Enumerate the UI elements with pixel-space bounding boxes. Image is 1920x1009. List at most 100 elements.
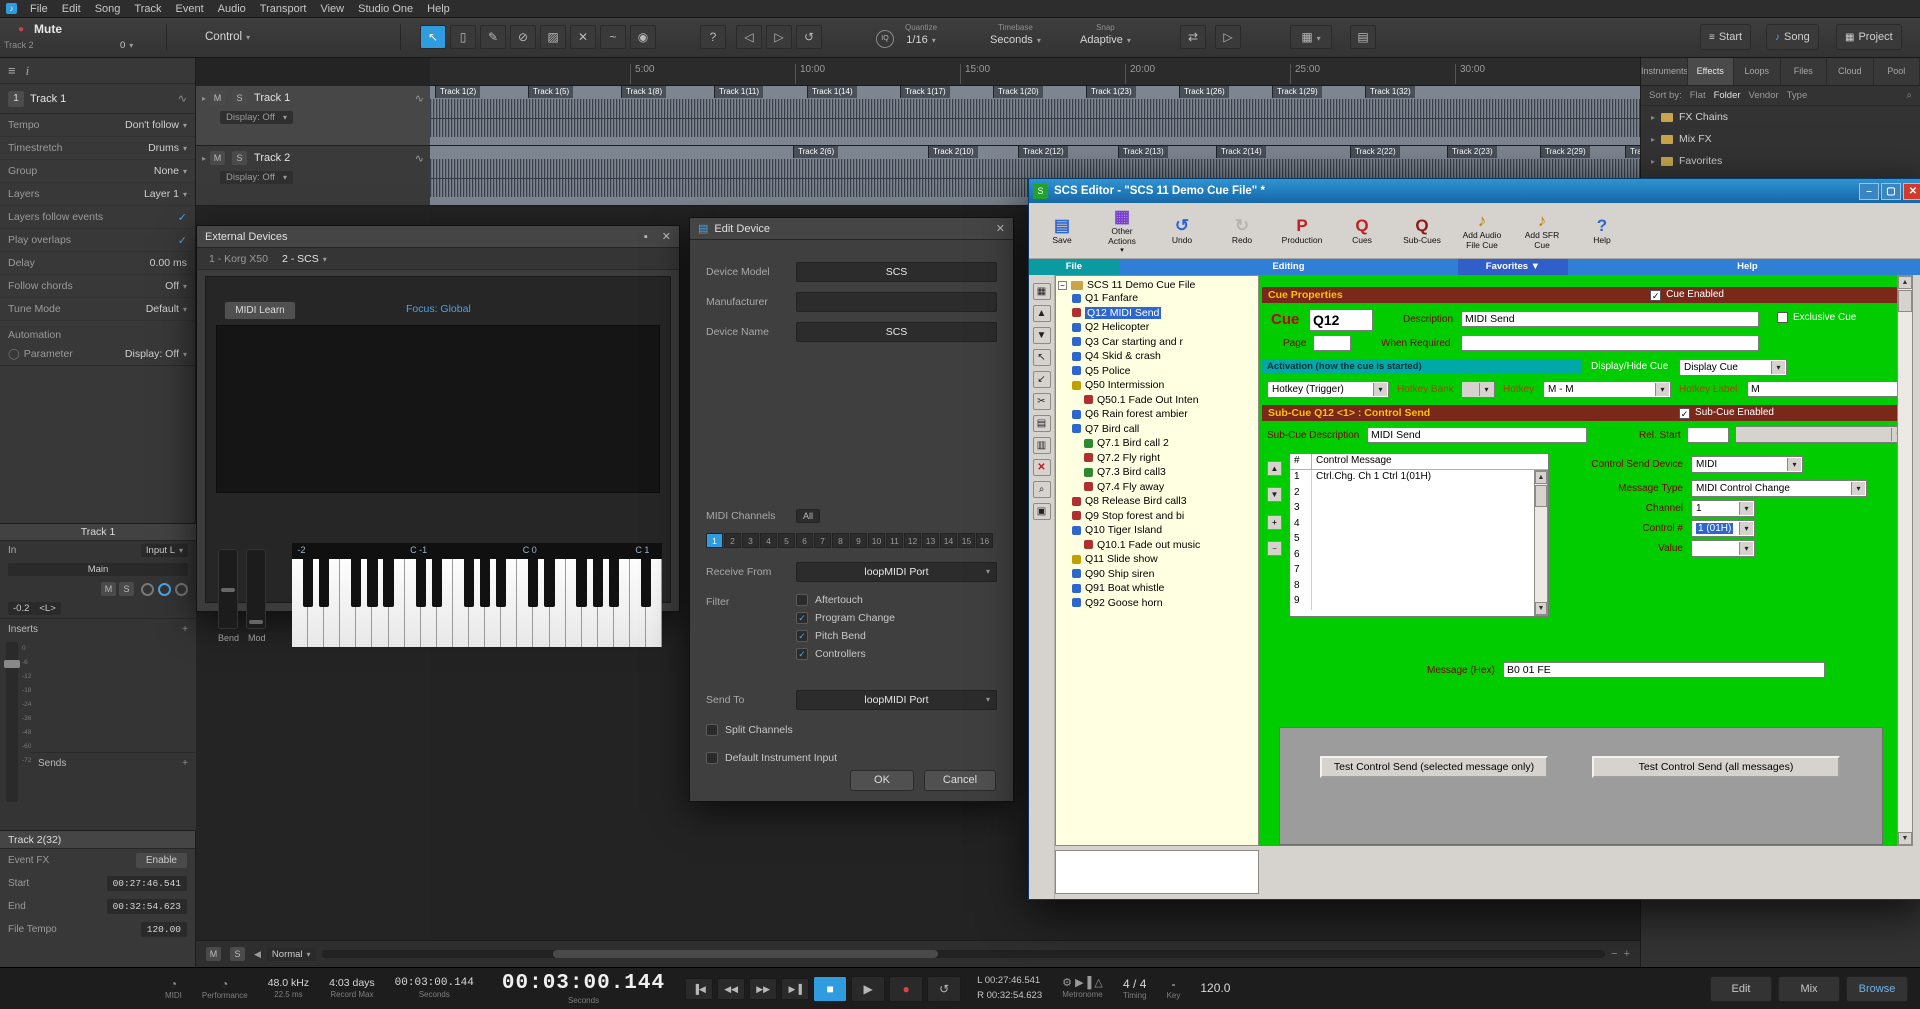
browser-tab-cloud[interactable]: Cloud: [1827, 58, 1874, 85]
close-icon[interactable]: ✕: [996, 222, 1005, 235]
menu-audio[interactable]: Audio: [211, 1, 253, 17]
tree-item[interactable]: Q9 Stop forest and bi: [1058, 509, 1256, 524]
precount-icon[interactable]: ▶▐: [1075, 977, 1091, 989]
record-button[interactable]: ●: [889, 976, 923, 1002]
play-from-button[interactable]: ◁: [736, 25, 762, 49]
bend-tool-button[interactable]: ~: [600, 25, 626, 49]
default-instrument-option[interactable]: Default Instrument Input: [706, 752, 837, 764]
browser-tab-instruments[interactable]: Instruments: [1641, 58, 1688, 85]
piano-black-key[interactable]: [480, 559, 490, 607]
quantize-dropdown[interactable]: Quantize 1/16: [905, 23, 937, 46]
manufacturer-field[interactable]: [796, 292, 997, 312]
scs-menu-file[interactable]: File: [1029, 259, 1119, 275]
listen-tool-button[interactable]: ◉: [630, 25, 656, 49]
hotkey-bank-dropdown[interactable]: [1461, 381, 1495, 398]
midi-channel-13[interactable]: 13: [922, 533, 939, 548]
midi-channel-12[interactable]: 12: [904, 533, 921, 548]
timeline-ruler[interactable]: 5:0010:0015:0020:0025:0030:00: [430, 58, 1640, 86]
event-start-value[interactable]: 00:27:46.541: [107, 876, 187, 891]
collapse-icon[interactable]: −: [1058, 281, 1067, 290]
zoom-in-icon[interactable]: +: [1624, 948, 1630, 960]
midi-channel-1[interactable]: 1: [706, 533, 723, 548]
tree-item[interactable]: Q8 Release Bird call3: [1058, 494, 1256, 509]
rel-start-input[interactable]: [1687, 427, 1729, 443]
browser-item-fx-chains[interactable]: ▸FX Chains: [1641, 106, 1920, 128]
checkbox[interactable]: ✓: [796, 612, 808, 624]
footer-solo-button[interactable]: S: [230, 947, 245, 961]
menu-help[interactable]: Help: [420, 1, 457, 17]
sort-option-type[interactable]: Type: [1787, 90, 1808, 101]
rel-start-dropdown[interactable]: [1735, 426, 1907, 443]
track2-solo-button[interactable]: S: [232, 151, 247, 165]
tree-item[interactable]: Q10 Tiger Island: [1058, 523, 1256, 538]
tree-item[interactable]: Q10.1 Fade out music: [1058, 538, 1256, 553]
scs-toolbar-cues[interactable]: QCues: [1333, 205, 1391, 256]
piano-black-key[interactable]: [303, 559, 313, 607]
clip-label[interactable]: Track 1(17): [900, 86, 950, 98]
arrow-tool-button[interactable]: ↖: [420, 25, 446, 49]
eraser-tool-button[interactable]: ⊘: [510, 25, 536, 49]
filter-option-pitch-bend[interactable]: ✓Pitch Bend: [796, 630, 895, 642]
secondary-time-display[interactable]: 00:03:00.144 Seconds: [395, 977, 474, 1000]
minimize-icon[interactable]: –: [1859, 183, 1879, 200]
metronome-controls[interactable]: ⚙ ▶▐ △ Metronome: [1062, 977, 1103, 1000]
midi-monitor[interactable]: ◔ MIDI: [165, 977, 182, 1001]
param-value[interactable]: 0: [120, 40, 133, 51]
info-icon[interactable]: i: [26, 63, 30, 79]
close-icon[interactable]: ✕: [1903, 183, 1920, 200]
sort-option-vendor[interactable]: Vendor: [1749, 90, 1779, 101]
tree-item[interactable]: Q50.1 Fade Out Inten: [1058, 393, 1256, 408]
file-tempo-value[interactable]: 120.00: [141, 922, 187, 937]
browser-item-favorites[interactable]: ▸Favorites: [1641, 150, 1920, 172]
filter-option-controllers[interactable]: ✓Controllers: [796, 648, 895, 660]
piano-black-key[interactable]: [576, 559, 586, 607]
grid-icon[interactable]: ▦: [1033, 283, 1051, 300]
midi-channel-15[interactable]: 15: [958, 533, 975, 548]
message-row[interactable]: 1Ctrl.Chg. Ch 1 Ctrl 1(01H): [1290, 470, 1548, 486]
ok-button[interactable]: OK: [850, 770, 914, 791]
value-dropdown[interactable]: [1691, 540, 1755, 557]
tree-item[interactable]: Q7.1 Bird call 2: [1058, 436, 1256, 451]
sends-add-icon[interactable]: +: [182, 758, 188, 769]
midi-channel-9[interactable]: 9: [850, 533, 867, 548]
receive-from-dropdown[interactable]: loopMIDI Port: [796, 562, 997, 582]
scroll-up-icon[interactable]: ▲: [1535, 471, 1547, 484]
indent-left-icon[interactable]: ↖: [1033, 349, 1051, 366]
send-to-dropdown[interactable]: loopMIDI Port: [796, 690, 997, 710]
clip-label[interactable]: Track 1(29): [1272, 86, 1322, 98]
loop-button[interactable]: ↺: [927, 976, 961, 1002]
tree-item[interactable]: Q92 Goose horn: [1058, 596, 1256, 611]
clip-label[interactable]: Track 2(6): [793, 146, 838, 158]
iq-quantize-icon[interactable]: IQ: [876, 30, 894, 48]
pitch-bend-wheel[interactable]: [218, 549, 238, 629]
midi-channel-2[interactable]: 2: [724, 533, 741, 548]
menu-transport[interactable]: Transport: [253, 1, 314, 17]
message-row[interactable]: 3: [1290, 501, 1548, 517]
snap-value[interactable]: Adaptive: [1080, 34, 1131, 46]
cue-tree-panel[interactable]: − SCS 11 Demo Cue File Q1 FanfareQ12 MID…: [1055, 275, 1259, 846]
split-tool-button[interactable]: ✎: [480, 25, 506, 49]
expand-icon[interactable]: ▸: [202, 94, 206, 103]
scs-toolbar-other-actions[interactable]: ▦Other Actions▾: [1093, 205, 1151, 256]
message-row[interactable]: 5: [1290, 532, 1548, 548]
test-selected-button[interactable]: Test Control Send (selected message only…: [1320, 756, 1548, 778]
chevron-right-icon[interactable]: ▸: [1651, 157, 1655, 166]
track-header-2[interactable]: ▸ M S Track 2 ∿ Display: Off: [196, 146, 430, 206]
control-number-dropdown[interactable]: 1 (01H): [1691, 520, 1755, 537]
next-marker-button[interactable]: ▶▐: [781, 978, 809, 1000]
scroll-thumb[interactable]: [1535, 485, 1547, 507]
snap-dropdown[interactable]: Snap Adaptive: [1080, 23, 1131, 46]
start-page-button[interactable]: ≡Start: [1700, 24, 1751, 50]
edit-device-titlebar[interactable]: ▤ Edit Device ✕: [690, 218, 1013, 240]
range-tool-button[interactable]: ▯: [450, 25, 476, 49]
paste-icon[interactable]: ▥: [1033, 437, 1051, 454]
cue-knob[interactable]: [158, 583, 171, 596]
cue-id-input[interactable]: Q12: [1309, 309, 1373, 331]
plugin-view-button[interactable]: ▤: [1350, 25, 1376, 49]
exclusive-cue-checkbox[interactable]: [1777, 312, 1788, 323]
search-icon[interactable]: ⌕: [1907, 90, 1912, 101]
box-icon[interactable]: ▣: [1033, 503, 1051, 520]
play-after-button[interactable]: ▷: [766, 25, 792, 49]
song-page-button[interactable]: ♪Song: [1766, 24, 1819, 50]
rewind-button[interactable]: ◀◀: [717, 978, 745, 1000]
